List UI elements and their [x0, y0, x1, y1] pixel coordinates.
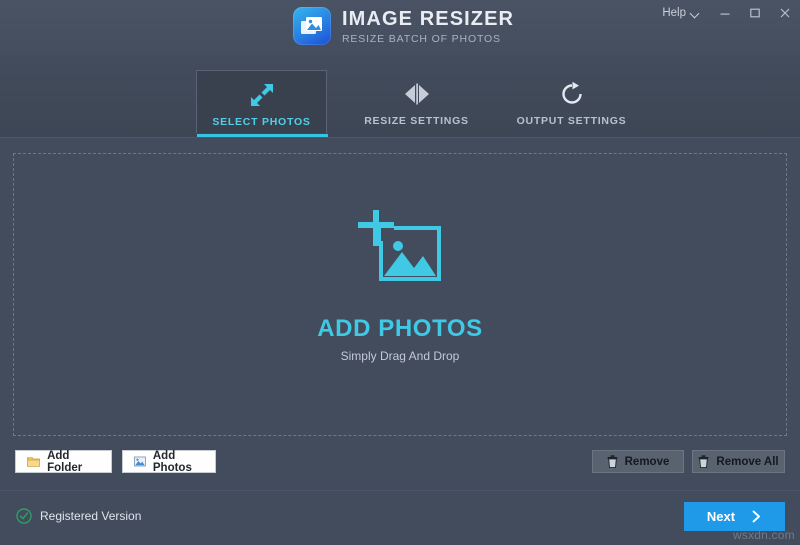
app-subtitle: RESIZE BATCH OF PHOTOS [342, 33, 501, 46]
resize-arrows-icon [249, 80, 275, 110]
refresh-circle-icon [559, 79, 585, 109]
minimize-button[interactable] [710, 0, 740, 26]
trash-icon [607, 455, 618, 468]
app-brand: IMAGE RESIZER RESIZE BATCH OF PHOTOS [293, 7, 514, 45]
dropzone-subtitle: Simply Drag And Drop [340, 349, 460, 363]
registration-status-label: Registered Version [40, 509, 142, 523]
help-menu-button[interactable]: Help [652, 0, 710, 26]
close-icon [780, 8, 790, 18]
active-tab-underline [197, 134, 328, 137]
flip-horizontal-icon [403, 79, 431, 109]
titlebar: IMAGE RESIZER RESIZE BATCH OF PHOTOS Hel… [0, 0, 800, 56]
remove-label: Remove [624, 455, 670, 468]
tab-output-settings[interactable]: OUTPUT SETTINGS [506, 70, 637, 133]
minimize-icon [720, 13, 730, 15]
registration-status: Registered Version [16, 508, 141, 524]
trash-icon [698, 455, 709, 468]
tab-resize-settings-label: RESIZE SETTINGS [364, 115, 469, 127]
close-button[interactable] [770, 0, 800, 26]
add-photos-label: Add Photos [152, 449, 192, 474]
window-controls: Help [652, 0, 800, 26]
next-button-label: Next [706, 509, 736, 524]
tab-resize-settings[interactable]: RESIZE SETTINGS [351, 70, 482, 133]
check-circle-icon [16, 508, 32, 524]
next-button[interactable]: Next [684, 502, 785, 531]
tab-select-photos-label: SELECT PHOTOS [212, 116, 311, 128]
photo-dropzone[interactable]: ADD PHOTOS Simply Drag And Drop [13, 153, 787, 436]
remove-all-button[interactable]: Remove All [692, 450, 785, 473]
tab-bar: SELECT PHOTOS RESIZE SETTINGS OUTPUT SET [0, 56, 800, 138]
photo-icon [134, 456, 146, 467]
action-bar: Add Folder Add Photos Remove Remove All [0, 447, 800, 490]
tab-select-photos[interactable]: SELECT PHOTOS [196, 70, 328, 137]
tab-output-settings-label: OUTPUT SETTINGS [516, 115, 627, 127]
maximize-button[interactable] [740, 0, 770, 26]
remove-button[interactable]: Remove [592, 450, 684, 473]
help-label: Help [662, 7, 686, 19]
footer-bar: Registered Version Next [0, 490, 800, 545]
maximize-icon [750, 8, 760, 18]
add-photos-button[interactable]: Add Photos [122, 449, 216, 474]
add-folder-button[interactable]: Add Folder [15, 449, 112, 474]
app-title: IMAGE RESIZER [342, 8, 515, 31]
chevron-right-icon [752, 510, 761, 523]
dropzone-title: ADD PHOTOS [317, 315, 483, 342]
remove-all-label: Remove All [716, 455, 779, 468]
image-resizer-window: IMAGE RESIZER RESIZE BATCH OF PHOTOS Hel… [0, 0, 800, 545]
add-folder-label: Add Folder [47, 449, 83, 474]
chevron-down-icon [691, 9, 700, 18]
image-stack-icon [293, 7, 331, 45]
add-photo-icon [317, 210, 483, 301]
folder-icon [27, 457, 40, 467]
watermark: wsxdn.com [733, 528, 795, 542]
